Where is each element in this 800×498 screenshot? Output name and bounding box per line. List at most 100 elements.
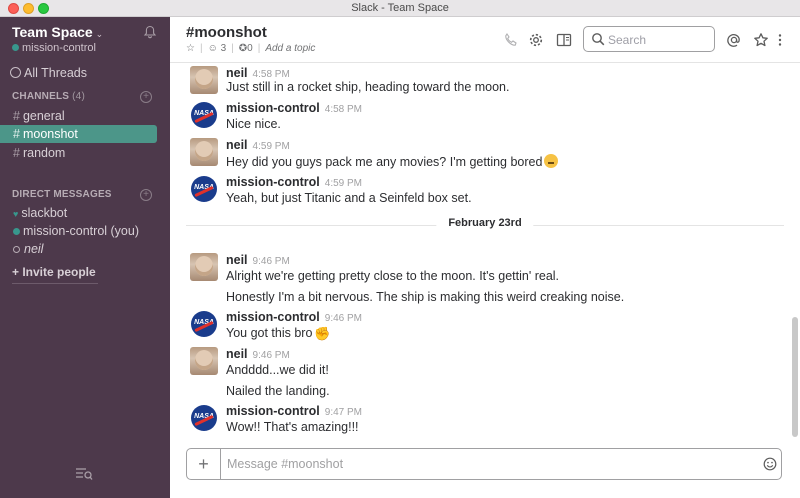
add-channel-icon[interactable]: + [140,91,152,103]
invite-people-button[interactable]: + Invite people [12,265,98,284]
channels-header[interactable]: CHANNELS (4) [12,91,85,102]
dm-label: slackbot [21,206,68,220]
avatar[interactable] [190,347,218,375]
sidebar-item-mission-control[interactable]: mission-control (you) [0,222,157,240]
avatar[interactable]: NASA [190,101,218,129]
message-text: Wow!! That's amazing!!! [226,420,359,434]
at-icon[interactable] [726,32,742,48]
message-input[interactable]: + Message #moonshot [186,448,782,480]
message-time[interactable]: 9:46 PM [253,256,290,267]
message-time[interactable]: 4:59 PM [253,141,290,152]
message-text: You got this bro [226,326,313,340]
add-dm-icon[interactable]: + [140,189,152,201]
sidebar-item-moonshot[interactable]: # moonshot [0,125,157,143]
channels-title: CHANNELS [12,91,70,102]
message-text: Hey did you guys pack me any movies? I'm… [226,155,543,169]
all-threads-link[interactable]: All Threads [10,66,87,80]
more-icon[interactable] [776,32,784,48]
add-topic-link[interactable]: Add a topic [265,43,315,54]
slack-window: Slack - Team Space Team Space ⌄ mission-c… [0,0,800,498]
dm-label: mission-control (you) [23,224,140,238]
sidebar-item-slackbot[interactable]: ♥ slackbot [0,204,157,222]
message-list: neil 4:58 PM Just still in a rocket ship,… [170,64,800,449]
message-time[interactable]: 9:46 PM [253,350,290,361]
pin-icon[interactable]: ✪ [239,43,247,54]
emoji-picker-icon[interactable] [763,457,777,471]
title-bar: Slack - Team Space [0,0,800,17]
hash-icon: # [13,109,20,123]
message-author[interactable]: neil [226,347,248,361]
message-time[interactable]: 9:46 PM [325,313,362,324]
dm-label: neil [24,242,44,256]
member-icon[interactable]: ☺ [208,43,218,54]
message-author[interactable]: neil [226,138,248,152]
message-time[interactable]: 4:58 PM [253,69,290,80]
message-author[interactable]: mission-control [226,175,320,189]
current-user[interactable]: mission-control [12,42,96,54]
message-text: Alright we're getting pretty close to th… [226,269,560,283]
dm-header[interactable]: DIRECT MESSAGES [12,189,112,200]
message-time[interactable]: 4:58 PM [325,104,362,115]
avatar[interactable] [190,253,218,281]
avatar[interactable]: NASA [190,404,218,432]
hash-icon: # [13,127,20,141]
all-threads-label: All Threads [24,66,87,80]
bell-icon[interactable] [143,25,157,39]
message-text: Yeah, but just Titanic and a Seinfeld bo… [226,191,472,205]
channel-title[interactable]: #moonshot [186,24,267,41]
star-icon[interactable] [753,32,769,48]
dm-title: DIRECT MESSAGES [12,189,112,200]
window-title: Slack - Team Space [351,2,449,14]
gear-icon[interactable] [528,32,544,48]
presence-icon [12,44,19,51]
pin-count[interactable]: 0 [247,43,253,54]
channel-label: random [22,146,66,160]
message-placeholder: Message #moonshot [227,457,344,471]
sidebar-toggle-icon[interactable] [556,32,572,48]
channels-count: (4) [72,91,85,102]
message-time[interactable]: 9:47 PM [325,407,362,418]
neutral-face-emoji-icon [544,154,559,168]
channel-meta: ☆ | ☺ 3 | ✪0 | Add a topic [186,43,316,54]
avatar[interactable] [190,138,218,166]
channel-label: moonshot [22,127,78,141]
search-placeholder: Search [608,33,647,47]
chevron-down-icon: ⌄ [95,29,104,39]
sidebar-item-neil[interactable]: neil [0,240,157,258]
message-author[interactable]: neil [226,66,248,80]
message-author[interactable]: neil [226,253,248,267]
message-text: Honestly I'm a bit nervous. The ship is … [226,290,625,304]
star-icon[interactable]: ☆ [186,43,195,54]
search-list-icon[interactable] [75,467,93,481]
message-author[interactable]: mission-control [226,404,320,418]
date-divider-label: February 23rd [436,217,534,229]
message-time[interactable]: 4:59 PM [325,178,362,189]
avatar[interactable]: NASA [190,310,218,338]
message-text: Andddd...we did it! [226,363,329,377]
message-text: Nice nice. [226,117,281,131]
member-count[interactable]: 3 [221,43,227,54]
current-user-name: mission-control [22,42,96,54]
search-input[interactable]: Search [583,26,715,52]
message-text: Just still in a rocket ship, heading tow… [226,80,510,94]
sidebar: Team Space ⌄ mission-control All Threads … [0,17,170,498]
presence-icon [13,228,20,235]
message-author[interactable]: mission-control [226,310,320,324]
sidebar-item-general[interactable]: # general [0,107,157,125]
hash-icon: # [13,146,20,160]
heart-icon: ♥ [13,209,19,219]
channel-view: #moonshot ☆ | ☺ 3 | ✪0 | Add a topic Sea… [170,17,800,498]
fist-emoji-icon: ✊ [314,326,331,341]
message-scrollbar[interactable] [792,317,798,437]
message-author[interactable]: mission-control [226,101,320,115]
attach-button[interactable]: + [187,449,221,479]
search-icon [592,33,605,46]
message-text: Nailed the landing. [226,384,330,398]
channel-label: general [22,109,65,123]
sidebar-item-random[interactable]: # random [0,144,157,162]
team-menu[interactable]: Team Space ⌄ [12,24,103,40]
phone-icon[interactable] [503,32,519,48]
avatar[interactable] [190,66,218,94]
avatar[interactable]: NASA [190,175,218,203]
team-name: Team Space [12,24,93,40]
